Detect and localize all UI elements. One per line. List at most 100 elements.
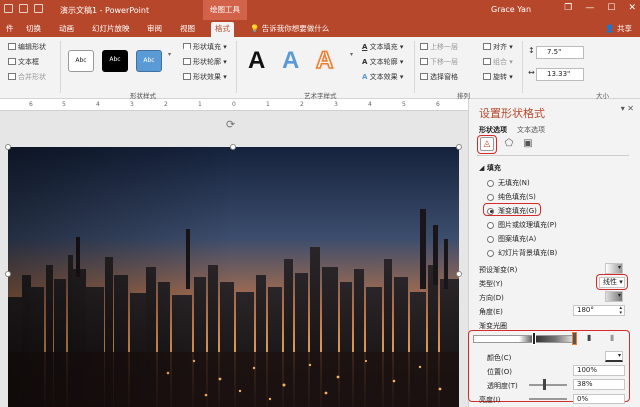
color-picker-button[interactable]: ▾ xyxy=(605,351,623,362)
tab-file[interactable]: 件 xyxy=(2,22,18,37)
styles-more-icon[interactable]: ▾ xyxy=(168,51,171,58)
size-properties-icon[interactable]: ▣ xyxy=(521,137,535,151)
merge-shape-button[interactable]: 合并形状 xyxy=(8,72,46,82)
radio-background-fill[interactable] xyxy=(487,249,494,257)
rotate-button[interactable]: 旋转 ▾ xyxy=(483,72,513,82)
fill-section-label: 填充 xyxy=(486,164,501,172)
radio-solid-fill[interactable] xyxy=(487,193,494,201)
shape-width-field[interactable]: 13.33" xyxy=(536,68,584,81)
shape-style-blue[interactable]: Abc xyxy=(136,50,162,72)
wordart-style-black[interactable]: A xyxy=(248,47,265,75)
rotation-handle-icon[interactable]: ⟳ xyxy=(226,118,235,131)
gradient-stop-marker[interactable] xyxy=(532,332,536,345)
close-icon[interactable]: ✕ xyxy=(628,3,636,13)
gradient-stop-marker-selected[interactable] xyxy=(572,332,577,345)
add-stop-icon[interactable]: ▮ xyxy=(587,333,591,342)
share-button[interactable]: 👤 共享 xyxy=(605,23,632,34)
undo-icon[interactable] xyxy=(19,4,28,13)
tab-review[interactable]: 审阅 xyxy=(143,22,166,37)
height-icon: ↕ xyxy=(528,46,535,55)
minimize-icon[interactable]: — xyxy=(585,3,594,13)
save-icon[interactable] xyxy=(4,4,13,13)
shape-style-black[interactable]: Abc xyxy=(102,50,128,72)
text-effect-button[interactable]: A 文本效果 ▾ xyxy=(362,72,403,82)
wordart-more-icon[interactable]: ▾ xyxy=(350,51,353,58)
tab-shape-options[interactable]: 形状选项 xyxy=(479,125,507,135)
pane-close-icon[interactable]: ▾ ✕ xyxy=(621,104,634,113)
send-backward-icon xyxy=(420,58,428,65)
option-pattern-fill[interactable]: 图案填充(A) xyxy=(487,234,536,244)
resize-handle[interactable] xyxy=(5,271,11,277)
edit-shape-button[interactable]: 编辑形状 xyxy=(8,42,46,52)
resize-handle[interactable] xyxy=(230,144,236,150)
radio-no-fill[interactable] xyxy=(487,179,494,187)
bring-forward-button[interactable]: 上移一层 xyxy=(420,42,458,52)
brightness-value: 0% xyxy=(577,395,589,403)
shape-fill-button[interactable]: 形状填充 ▾ xyxy=(183,42,227,52)
shape-style-white[interactable]: Abc xyxy=(68,50,94,72)
text-fill-button[interactable]: A 文本填充 ▾ xyxy=(362,42,403,52)
position-field[interactable]: 100% xyxy=(573,365,625,376)
text-outline-button[interactable]: A 文本轮廓 ▾ xyxy=(362,57,403,67)
user-name[interactable]: Grace Yan xyxy=(491,5,531,14)
text-fill-icon: A xyxy=(362,43,368,51)
transparency-field[interactable]: 38% xyxy=(573,379,625,390)
preset-gradient-button[interactable]: ▾ xyxy=(605,263,623,274)
direction-button[interactable]: ▾ xyxy=(605,291,623,302)
send-backward-button[interactable]: 下移一层 xyxy=(420,57,458,67)
ribbon-tabs: 件 切换 动画 幻灯片放映 审阅 视图 格式 💡 告诉我你想要做什么 👤 共享 xyxy=(0,20,640,37)
ruler-number: 2 xyxy=(300,101,304,108)
gradient-stops-bar[interactable] xyxy=(473,335,575,343)
maximize-icon[interactable]: ☐ xyxy=(607,3,615,13)
slide-picture[interactable] xyxy=(8,147,459,407)
tab-animations[interactable]: 动画 xyxy=(55,22,78,37)
shape-height-field[interactable]: 7.5" xyxy=(536,46,584,59)
tab-text-options[interactable]: 文本选项 xyxy=(517,125,545,135)
merge-shape-icon xyxy=(8,73,16,80)
shape-effect-button[interactable]: 形状效果 ▾ xyxy=(183,72,227,82)
redo-icon[interactable] xyxy=(34,4,43,13)
wordart-style-blue[interactable]: A xyxy=(282,47,299,75)
rotate-icon xyxy=(483,73,491,80)
rotate-label: 旋转 xyxy=(493,73,507,81)
selection-pane-button[interactable]: 选择窗格 xyxy=(420,72,458,82)
angle-spinner-icon[interactable]: ▴ ▾ xyxy=(619,306,622,316)
ruler-number: 1 xyxy=(198,101,202,108)
tell-me-search[interactable]: 💡 告诉我你想要做什么 xyxy=(250,23,329,34)
option-solid-fill[interactable]: 纯色填充(S) xyxy=(487,192,536,202)
resize-handle[interactable] xyxy=(456,271,462,277)
group-separator xyxy=(60,41,61,93)
text-box-button[interactable]: 文本框 xyxy=(8,57,39,67)
bring-forward-icon xyxy=(420,43,428,50)
brightness-field[interactable]: 0% xyxy=(573,394,625,404)
angle-field[interactable]: 180° ▴ ▾ xyxy=(573,305,625,316)
shape-outline-button[interactable]: 形状轮廓 ▾ xyxy=(183,57,227,67)
tab-transitions[interactable]: 切换 xyxy=(22,22,45,37)
resize-handle[interactable] xyxy=(456,144,462,150)
remove-stop-icon[interactable]: ▮ xyxy=(610,333,614,342)
transparency-slider-thumb[interactable] xyxy=(543,379,546,390)
option-no-fill[interactable]: 无填充(N) xyxy=(487,178,530,188)
align-button[interactable]: 对齐 ▾ xyxy=(483,42,513,52)
tab-format[interactable]: 格式 xyxy=(211,22,234,37)
group-separator xyxy=(522,41,523,93)
ribbon-display-icon[interactable]: ❐ xyxy=(564,3,572,13)
option-picture-fill[interactable]: 图片或纹理填充(P) xyxy=(487,220,557,230)
group-button[interactable]: 组合 ▾ xyxy=(483,57,513,67)
quick-access-toolbar xyxy=(4,4,43,13)
ruler-number: 3 xyxy=(334,101,338,108)
radio-pattern-fill[interactable] xyxy=(487,235,494,243)
fill-section-header[interactable]: ◢ 填充 xyxy=(479,163,501,173)
tab-view[interactable]: 视图 xyxy=(176,22,199,37)
brightness-slider[interactable] xyxy=(529,398,567,400)
resize-handle[interactable] xyxy=(5,144,11,150)
option-background-fill[interactable]: 幻灯片背景填充(B) xyxy=(487,248,557,258)
effects-icon[interactable]: ⬠ xyxy=(502,137,516,151)
radio-picture-fill[interactable] xyxy=(487,221,494,229)
transparency-slider[interactable] xyxy=(529,384,567,386)
ruler-number: 1 xyxy=(266,101,270,108)
ruler-number: 4 xyxy=(96,101,100,108)
merge-shape-label: 合并形状 xyxy=(18,73,46,81)
tab-slideshow[interactable]: 幻灯片放映 xyxy=(88,22,134,37)
wordart-style-orange[interactable]: A xyxy=(315,46,334,75)
